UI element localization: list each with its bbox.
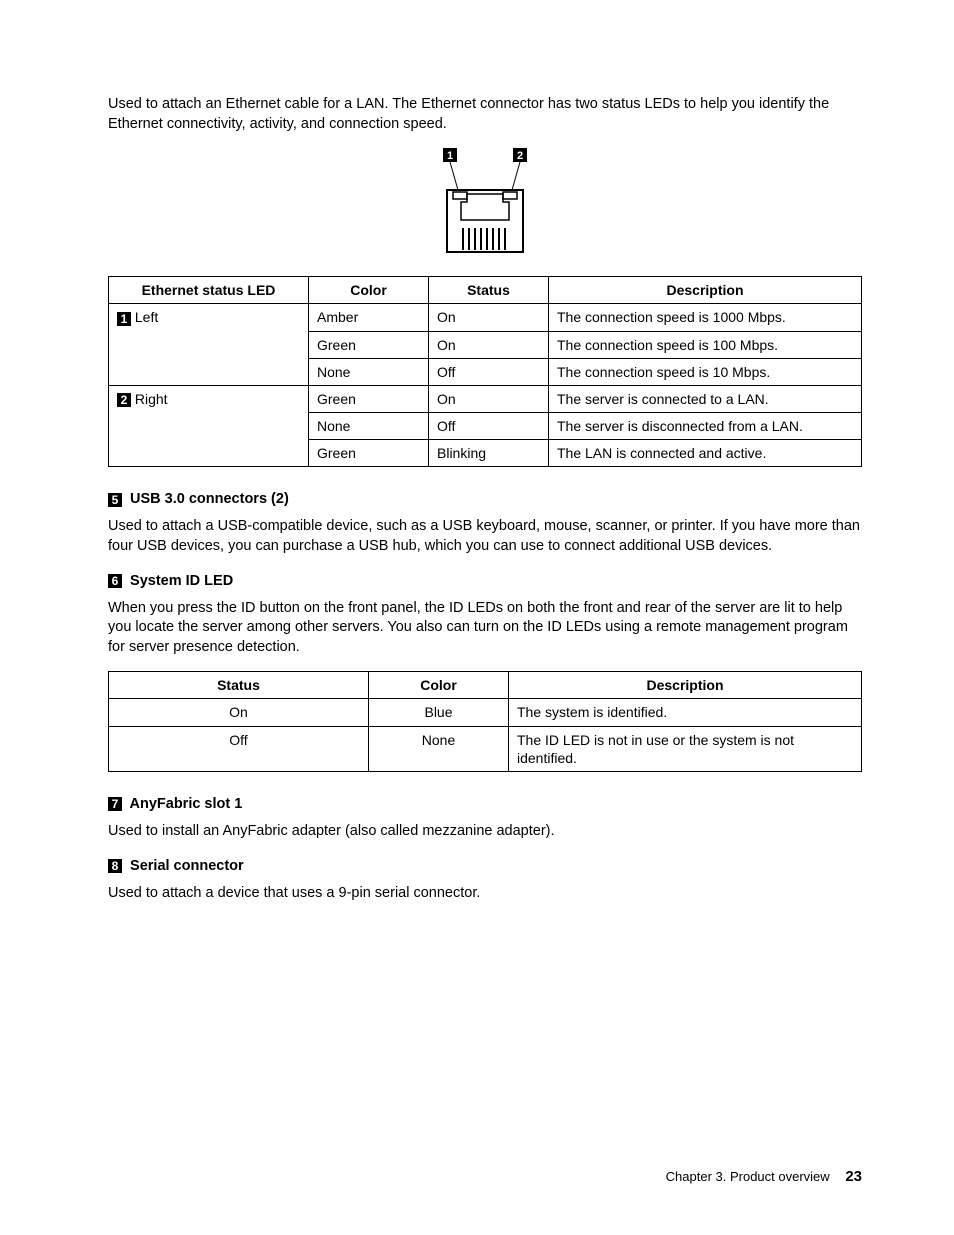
- desc-cell: The connection speed is 10 Mbps.: [549, 358, 862, 385]
- status-cell: On: [429, 331, 549, 358]
- color-cell: Blue: [369, 699, 509, 726]
- th-desc: Description: [549, 277, 862, 304]
- page-footer: Chapter 3. Product overview 23: [666, 1168, 862, 1185]
- status-cell: On: [429, 304, 549, 331]
- section-heading-usb: 5 USB 3.0 connectors (2): [108, 491, 862, 507]
- desc-cell: The server is disconnected from a LAN.: [549, 413, 862, 440]
- callout-icon: 1: [117, 312, 131, 326]
- section-heading-serial: 8 Serial connector: [108, 858, 862, 874]
- color-cell: Amber: [309, 304, 429, 331]
- desc-cell: The connection speed is 100 Mbps.: [549, 331, 862, 358]
- color-cell: Green: [309, 440, 429, 467]
- color-cell: None: [369, 726, 509, 771]
- section-title: System ID LED: [130, 573, 233, 589]
- color-cell: None: [309, 358, 429, 385]
- callout-icon: 8: [108, 859, 122, 873]
- desc-cell: The LAN is connected and active.: [549, 440, 862, 467]
- section-title: USB 3.0 connectors (2): [130, 491, 289, 507]
- intro-paragraph: Used to attach an Ethernet cable for a L…: [108, 95, 862, 134]
- status-cell: On: [429, 385, 549, 412]
- led-position-label: Right: [135, 391, 168, 407]
- document-page: Used to attach an Ethernet cable for a L…: [0, 0, 954, 1235]
- table-header-row: Ethernet status LED Color Status Descrip…: [109, 277, 862, 304]
- svg-text:1: 1: [447, 150, 453, 162]
- callout-icon: 7: [108, 797, 122, 811]
- section-heading-system-id: 6 System ID LED: [108, 573, 862, 589]
- callout-icon: 2: [117, 393, 131, 407]
- desc-cell: The system is identified.: [509, 699, 862, 726]
- color-cell: Green: [309, 385, 429, 412]
- section-title: Serial connector: [130, 858, 244, 874]
- section-body: When you press the ID button on the fron…: [108, 599, 862, 658]
- status-cell: Off: [429, 413, 549, 440]
- th-color: Color: [369, 672, 509, 699]
- led-position-cell: 1 Left: [109, 304, 309, 386]
- status-cell: Blinking: [429, 440, 549, 467]
- desc-cell: The server is connected to a LAN.: [549, 385, 862, 412]
- table-header-row: Status Color Description: [109, 672, 862, 699]
- th-status: Status: [109, 672, 369, 699]
- callout-icon: 5: [108, 493, 122, 507]
- footer-page-number: 23: [845, 1168, 862, 1185]
- th-status: Status: [429, 277, 549, 304]
- th-color: Color: [309, 277, 429, 304]
- th-led: Ethernet status LED: [109, 277, 309, 304]
- ethernet-connector-diagram: 1 2: [108, 148, 862, 262]
- status-cell: Off: [109, 726, 369, 771]
- led-position-label: Left: [135, 309, 158, 325]
- color-cell: Green: [309, 331, 429, 358]
- section-body: Used to attach a device that uses a 9-pi…: [108, 884, 862, 904]
- section-body: Used to install an AnyFabric adapter (al…: [108, 822, 862, 842]
- desc-cell: The ID LED is not in use or the system i…: [509, 726, 862, 771]
- led-position-cell: 2 Right: [109, 385, 309, 467]
- section-title: AnyFabric slot 1: [130, 796, 243, 812]
- table-row: 1 Left Amber On The connection speed is …: [109, 304, 862, 331]
- desc-cell: The connection speed is 1000 Mbps.: [549, 304, 862, 331]
- table-row: On Blue The system is identified.: [109, 699, 862, 726]
- svg-text:2: 2: [517, 150, 523, 162]
- callout-icon: 6: [108, 574, 122, 588]
- section-body: Used to attach a USB-compatible device, …: [108, 517, 862, 556]
- color-cell: None: [309, 413, 429, 440]
- table-row: Off None The ID LED is not in use or the…: [109, 726, 862, 771]
- ethernet-led-table: Ethernet status LED Color Status Descrip…: [108, 276, 862, 467]
- table-row: 2 Right Green On The server is connected…: [109, 385, 862, 412]
- status-cell: Off: [429, 358, 549, 385]
- th-desc: Description: [509, 672, 862, 699]
- system-id-led-table: Status Color Description On Blue The sys…: [108, 671, 862, 772]
- footer-chapter: Chapter 3. Product overview: [666, 1169, 830, 1184]
- section-heading-anyfabric: 7 AnyFabric slot 1: [108, 796, 862, 812]
- status-cell: On: [109, 699, 369, 726]
